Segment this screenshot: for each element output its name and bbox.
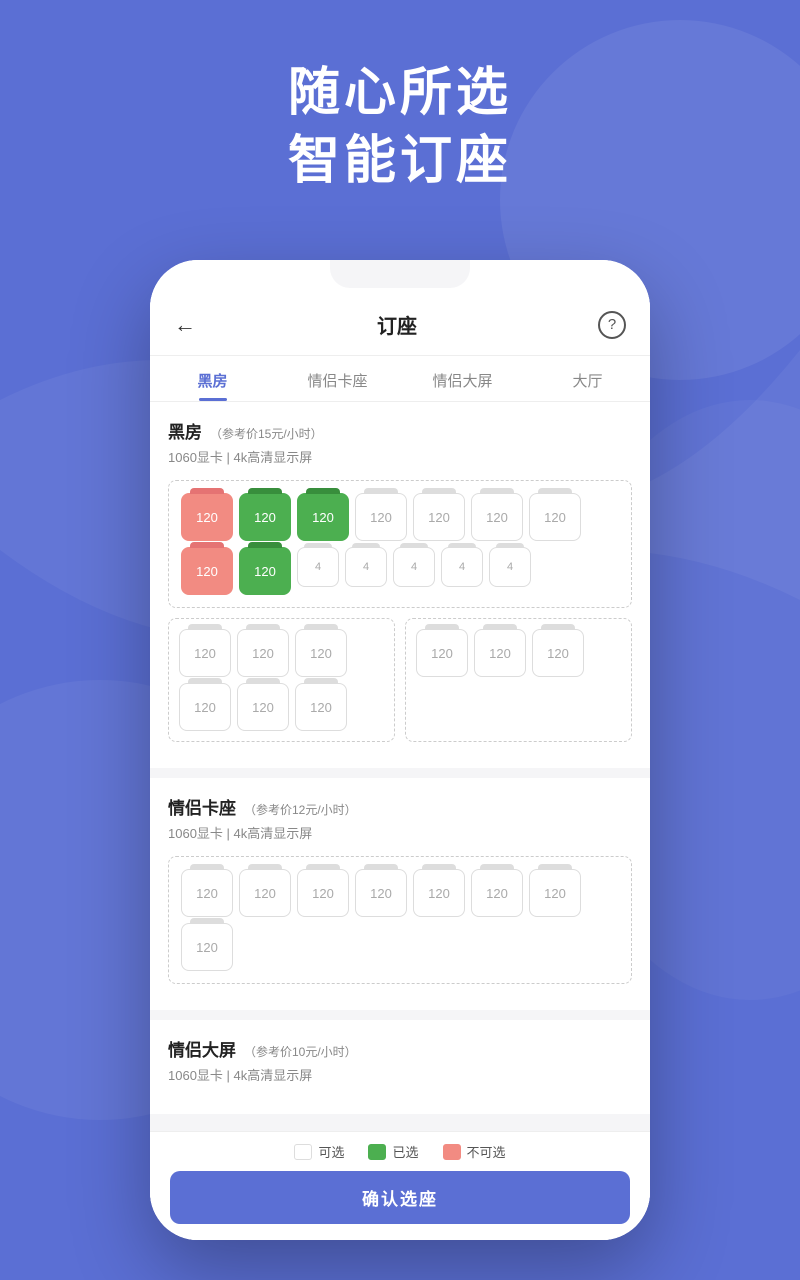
section-heifang: 黑房 （参考价15元/小时） 1060显卡 | 4k高清显示屏 120 120 … <box>150 402 650 768</box>
legend-available: 可选 <box>294 1142 344 1161</box>
heifang-grid-two-col: 120 120 120 120 120 120 120 <box>168 618 632 742</box>
hero-section: 随心所选 智能订座 <box>0 60 800 195</box>
tab-heifang[interactable]: 黑房 <box>150 356 275 401</box>
hero-line1: 随心所选 <box>288 64 512 122</box>
legend-box-selected <box>368 1144 386 1160</box>
bottom-bar: 可选 已选 不可选 确认选座 <box>150 1131 650 1240</box>
legend-box-available <box>294 1144 312 1160</box>
phone-mockup: ← 订座 ? 黑房 情侣卡座 情侣大屏 大厅 黑房 （参考价15元/小时） 10… <box>150 260 650 1240</box>
qinglv-kazuo-row-1: 120 120 120 120 120 120 120 120 <box>181 869 619 971</box>
section-qinglv-kazuo-title: 情侣卡座 （参考价12元/小时） <box>168 794 632 819</box>
legend-selected-label: 已选 <box>392 1142 418 1161</box>
phone-notch <box>330 260 470 288</box>
seat-l1-2[interactable]: 120 <box>237 629 289 677</box>
seat-2-1[interactable]: 120 <box>181 547 233 595</box>
seat-2-2[interactable]: 120 <box>239 547 291 595</box>
seat-l1-3[interactable]: 120 <box>295 629 347 677</box>
seat-l2-3[interactable]: 120 <box>295 683 347 731</box>
seat-2-3[interactable]: 4 <box>297 547 339 587</box>
qk-seat-4[interactable]: 120 <box>355 869 407 917</box>
legend-occupied-label: 不可选 <box>467 1142 506 1161</box>
seat-1-2[interactable]: 120 <box>239 493 291 541</box>
qk-seat-1[interactable]: 120 <box>181 869 233 917</box>
heifang-left-group: 120 120 120 120 120 120 <box>168 618 395 742</box>
section-qinglv-daping-title: 情侣大屏 （参考价10元/小时） <box>168 1036 632 1061</box>
app-content: ← 订座 ? 黑房 情侣卡座 情侣大屏 大厅 黑房 （参考价15元/小时） 10… <box>150 260 650 1240</box>
section-qinglv-kazuo: 情侣卡座 （参考价12元/小时） 1060显卡 | 4k高清显示屏 120 12… <box>150 778 650 1010</box>
qk-seat-7[interactable]: 120 <box>529 869 581 917</box>
qk-seat-2[interactable]: 120 <box>239 869 291 917</box>
seat-r1-1[interactable]: 120 <box>416 629 468 677</box>
seat-l2-2[interactable]: 120 <box>237 683 289 731</box>
help-button[interactable]: ? <box>598 311 626 339</box>
seat-r1-2[interactable]: 120 <box>474 629 526 677</box>
section-heifang-specs: 1060显卡 | 4k高清显示屏 <box>168 447 632 466</box>
qk-seat-8[interactable]: 120 <box>181 923 233 971</box>
section-heifang-title: 黑房 （参考价15元/小时） <box>168 418 632 443</box>
seat-2-5[interactable]: 4 <box>393 547 435 587</box>
seat-row-2: 120 120 4 4 4 4 4 <box>181 547 619 595</box>
section-qinglv-daping-specs: 1060显卡 | 4k高清显示屏 <box>168 1065 632 1084</box>
header-title: 订座 <box>377 310 417 339</box>
section-qinglv-kazuo-specs: 1060显卡 | 4k高清显示屏 <box>168 823 632 842</box>
seat-l1-1[interactable]: 120 <box>179 629 231 677</box>
seat-1-1[interactable]: 120 <box>181 493 233 541</box>
seat-1-7[interactable]: 120 <box>529 493 581 541</box>
qk-seat-3[interactable]: 120 <box>297 869 349 917</box>
seat-row-1: 120 120 120 120 120 120 120 <box>181 493 619 541</box>
legend-box-occupied <box>443 1144 461 1160</box>
qk-seat-5[interactable]: 120 <box>413 869 465 917</box>
tab-dating[interactable]: 大厅 <box>525 356 650 401</box>
legend-selected: 已选 <box>368 1142 418 1161</box>
heifang-grid-main: 120 120 120 120 120 120 120 120 120 4 4 <box>168 480 632 608</box>
tab-qinglv-kazuo[interactable]: 情侣卡座 <box>275 356 400 401</box>
seat-r1-3[interactable]: 120 <box>532 629 584 677</box>
tabs-bar: 黑房 情侣卡座 情侣大屏 大厅 <box>150 356 650 402</box>
seat-1-6[interactable]: 120 <box>471 493 523 541</box>
seat-1-3[interactable]: 120 <box>297 493 349 541</box>
seat-2-4[interactable]: 4 <box>345 547 387 587</box>
heifang-right-group: 120 120 120 <box>405 618 632 742</box>
hero-line2: 智能订座 <box>288 132 512 190</box>
seat-l2-1[interactable]: 120 <box>179 683 231 731</box>
scroll-area[interactable]: 黑房 （参考价15元/小时） 1060显卡 | 4k高清显示屏 120 120 … <box>150 402 650 1240</box>
qk-seat-6[interactable]: 120 <box>471 869 523 917</box>
section-qinglv-daping: 情侣大屏 （参考价10元/小时） 1060显卡 | 4k高清显示屏 <box>150 1020 650 1114</box>
seat-1-5[interactable]: 120 <box>413 493 465 541</box>
tab-qinglv-daping[interactable]: 情侣大屏 <box>400 356 525 401</box>
seat-1-4[interactable]: 120 <box>355 493 407 541</box>
legend-available-label: 可选 <box>318 1142 344 1161</box>
qinglv-kazuo-grid: 120 120 120 120 120 120 120 120 <box>168 856 632 984</box>
back-button[interactable]: ← <box>174 312 196 338</box>
legend: 可选 已选 不可选 <box>170 1142 630 1161</box>
confirm-button[interactable]: 确认选座 <box>170 1171 630 1224</box>
seat-2-7[interactable]: 4 <box>489 547 531 587</box>
legend-occupied: 不可选 <box>443 1142 506 1161</box>
seat-2-6[interactable]: 4 <box>441 547 483 587</box>
